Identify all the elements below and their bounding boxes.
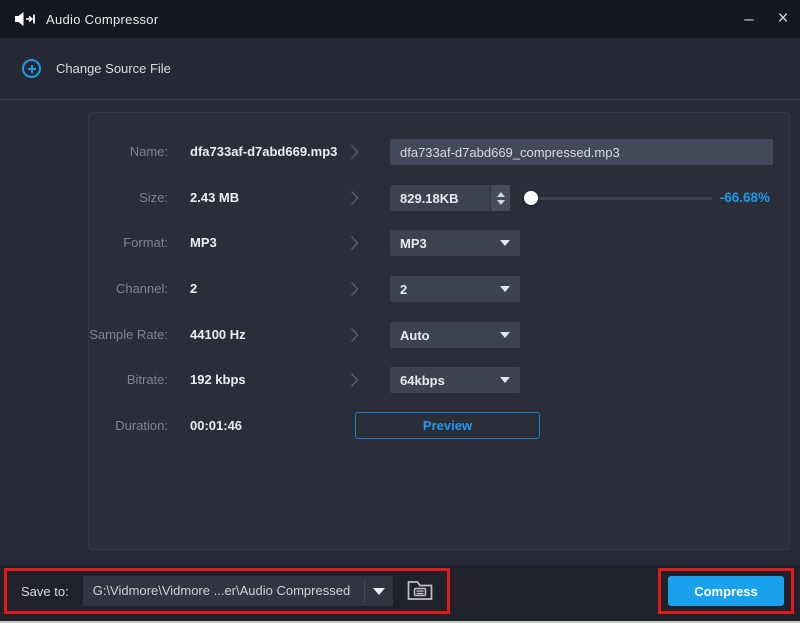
change-source-file-button[interactable]: Change Source File <box>56 61 171 76</box>
preview-button[interactable]: Preview <box>355 412 540 439</box>
save-path-dropdown-button[interactable] <box>365 576 393 606</box>
format-dropdown[interactable]: MP3 <box>390 230 520 256</box>
chevron-down-icon <box>373 588 385 595</box>
bitrate-selected: 64kbps <box>390 373 500 388</box>
window-title: Audio Compressor <box>46 12 158 27</box>
chevron-right-icon <box>350 327 359 348</box>
plus-circle-icon <box>22 59 41 78</box>
bitrate-dropdown[interactable]: 64kbps <box>390 367 520 393</box>
sample-rate-selected: Auto <box>390 328 500 343</box>
bitrate-source-value: 192 kbps <box>190 367 246 393</box>
size-source-value: 2.43 MB <box>190 185 239 211</box>
folder-icon <box>406 578 434 605</box>
stepper-down-icon[interactable] <box>497 200 505 205</box>
sample-rate-label: Sample Rate: <box>0 322 168 348</box>
audio-compressor-window: Audio Compressor – × Change Source File … <box>0 0 800 623</box>
chevron-down-icon <box>500 377 510 383</box>
save-path-combobox[interactable]: G:\Vidmore\Vidmore ...er\Audio Compresse… <box>83 576 393 606</box>
target-size-value: 829.18KB <box>390 191 490 206</box>
format-source-value: MP3 <box>190 230 217 256</box>
size-reduction-percent: -66.68% <box>714 185 770 211</box>
row-duration: Duration: 00:01:46 Preview <box>0 413 800 439</box>
settings-area: Name: dfa733af-d7abd669.mp3 Size: 2.43 M… <box>0 101 800 565</box>
chevron-right-icon <box>350 190 359 211</box>
annotation-compress-highlight: Compress <box>658 568 794 614</box>
channel-source-value: 2 <box>190 276 197 302</box>
row-format: Format: MP3 MP3 <box>0 230 800 256</box>
format-selected: MP3 <box>390 236 500 251</box>
stepper-up-icon[interactable] <box>497 192 505 197</box>
duration-label: Duration: <box>0 413 168 439</box>
target-size-stepper[interactable]: 829.18KB <box>390 185 510 211</box>
browse-folder-button[interactable] <box>406 578 434 605</box>
chevron-down-icon <box>500 332 510 338</box>
window-controls: – × <box>732 0 800 38</box>
chevron-down-icon <box>500 240 510 246</box>
channel-dropdown[interactable]: 2 <box>390 276 520 302</box>
stepper-buttons <box>490 185 510 211</box>
footer-bar: Save to: G:\Vidmore\Vidmore ...er\Audio … <box>0 565 800 621</box>
chevron-right-icon <box>350 144 359 165</box>
source-header: Change Source File <box>0 38 800 100</box>
row-size: Size: 2.43 MB 829.18KB -66.68% <box>0 185 800 211</box>
bitrate-label: Bitrate: <box>0 367 168 393</box>
sample-rate-source-value: 44100 Hz <box>190 322 246 348</box>
close-button[interactable]: × <box>766 0 800 38</box>
name-source-value: dfa733af-d7abd669.mp3 <box>190 139 337 165</box>
size-slider[interactable] <box>524 185 712 211</box>
format-label: Format: <box>0 230 168 256</box>
size-slider-track[interactable] <box>524 197 712 200</box>
chevron-right-icon <box>350 235 359 256</box>
sample-rate-dropdown[interactable]: Auto <box>390 322 520 348</box>
row-name: Name: dfa733af-d7abd669.mp3 <box>0 139 800 165</box>
size-slider-thumb[interactable] <box>524 191 538 205</box>
duration-value: 00:01:46 <box>190 413 242 439</box>
name-label: Name: <box>0 139 168 165</box>
chevron-down-icon <box>500 286 510 292</box>
chevron-right-icon <box>350 281 359 302</box>
speaker-icon <box>14 10 36 28</box>
save-to-label: Save to: <box>21 584 69 599</box>
row-sample-rate: Sample Rate: 44100 Hz Auto <box>0 322 800 348</box>
output-name-input[interactable] <box>390 139 773 165</box>
minimize-button[interactable]: – <box>732 0 766 38</box>
row-bitrate: Bitrate: 192 kbps 64kbps <box>0 367 800 393</box>
row-channel: Channel: 2 2 <box>0 276 800 302</box>
compress-button[interactable]: Compress <box>668 576 784 606</box>
channel-selected: 2 <box>390 282 500 297</box>
chevron-right-icon <box>350 372 359 393</box>
annotation-save-to-highlight: Save to: G:\Vidmore\Vidmore ...er\Audio … <box>4 568 450 614</box>
size-label: Size: <box>0 185 168 211</box>
channel-label: Channel: <box>0 276 168 302</box>
save-path-value: G:\Vidmore\Vidmore ...er\Audio Compresse… <box>83 576 364 606</box>
titlebar: Audio Compressor – × <box>0 0 800 38</box>
